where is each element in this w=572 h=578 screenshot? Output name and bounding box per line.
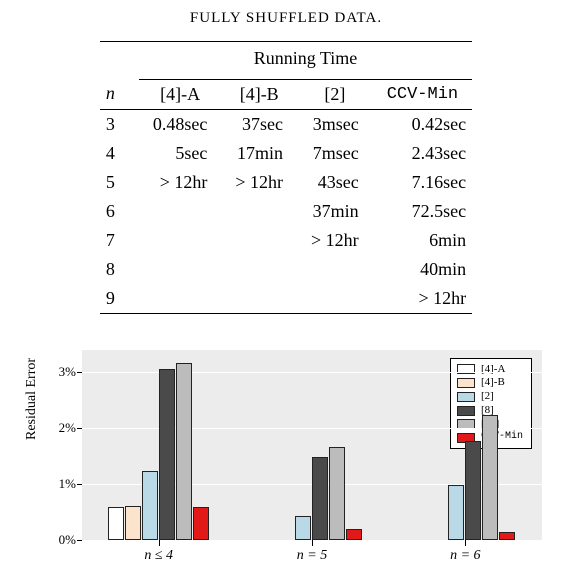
chart-bar: [193, 507, 209, 539]
cell-n: 9: [100, 284, 139, 313]
table-row: 45sec17min7msec2.43sec: [100, 139, 472, 168]
table-row: 6 37min72.5sec: [100, 197, 472, 226]
cell-value: > 12hr: [139, 168, 221, 197]
legend-label: [4]-A: [481, 363, 505, 377]
cell-value: 37min: [297, 197, 373, 226]
col-header-4b: [4]-B: [221, 79, 297, 109]
chart-bar: [448, 485, 464, 540]
cell-n: 7: [100, 226, 139, 255]
cell-n: 5: [100, 168, 139, 197]
legend-swatch: [457, 406, 475, 416]
cell-value: 37sec: [221, 109, 297, 139]
cell-value: [139, 226, 221, 255]
cell-value: [139, 197, 221, 226]
cell-n: 4: [100, 139, 139, 168]
col-header-2: [2]: [297, 79, 373, 109]
legend-swatch: [457, 392, 475, 402]
table-span-header: Running Time: [139, 42, 472, 72]
y-tick-label: 2%: [40, 420, 76, 436]
col-header-ccvmin: CCV-Min: [373, 79, 472, 109]
cell-value: 7.16sec: [373, 168, 472, 197]
chart-bar: [295, 516, 311, 539]
cell-value: 72.5sec: [373, 197, 472, 226]
legend-swatch: [457, 364, 475, 374]
cell-value: > 12hr: [221, 168, 297, 197]
cell-n: 3: [100, 109, 139, 139]
cell-value: [221, 255, 297, 284]
cell-value: [221, 197, 297, 226]
cell-value: [139, 284, 221, 313]
cell-value: 0.48sec: [139, 109, 221, 139]
chart-bar: [329, 447, 345, 539]
cell-value: 0.42sec: [373, 109, 472, 139]
chart-bar: [312, 457, 328, 539]
table-row: 8 40min: [100, 255, 472, 284]
chart-bar: [346, 529, 362, 539]
cell-value: 5sec: [139, 139, 221, 168]
cell-value: 43sec: [297, 168, 373, 197]
x-tick-label: n = 6: [450, 548, 480, 564]
cell-value: [297, 255, 373, 284]
cell-n: 6: [100, 197, 139, 226]
legend-item: [2]: [457, 390, 523, 404]
chart-bar: [465, 441, 481, 540]
cell-value: 40min: [373, 255, 472, 284]
chart-bar: [108, 507, 124, 539]
chart-bar: [125, 506, 141, 540]
cell-value: [297, 284, 373, 313]
legend-label: [2]: [481, 390, 494, 404]
table-caption: FULLY SHUFFLED DATA.: [30, 10, 542, 27]
cell-value: 2.43sec: [373, 139, 472, 168]
col-header-n: n: [100, 79, 139, 109]
table-row: 9 > 12hr: [100, 284, 472, 313]
residual-error-chart: Residual Error [4]-A[4]-B[2][8][13]CCV-M…: [30, 350, 542, 540]
y-tick-label: 1%: [40, 476, 76, 492]
chart-bar: [176, 363, 192, 539]
y-axis-label: Residual Error: [24, 357, 40, 439]
cell-value: [221, 284, 297, 313]
cell-value: 7msec: [297, 139, 373, 168]
legend-swatch: [457, 378, 475, 388]
legend-label: [4]-B: [481, 376, 505, 390]
table-row: 5> 12hr> 12hr43sec7.16sec: [100, 168, 472, 197]
col-header-4a: [4]-A: [139, 79, 221, 109]
table-row: 7 > 12hr6min: [100, 226, 472, 255]
cell-value: [221, 226, 297, 255]
table-row: 30.48sec37sec3msec0.42sec: [100, 109, 472, 139]
x-tick-label: n = 5: [297, 548, 327, 564]
cell-value: > 12hr: [297, 226, 373, 255]
y-tick-label: 0%: [40, 532, 76, 548]
running-time-table: Running Time n [4]-A [4]-B [2] CCV-Min 3…: [100, 41, 472, 314]
chart-bar: [499, 532, 515, 539]
chart-bar: [142, 471, 158, 539]
legend-item: [4]-A: [457, 363, 523, 377]
x-tick-label: n ≤ 4: [144, 548, 173, 564]
cell-value: [139, 255, 221, 284]
legend-item: [4]-B: [457, 376, 523, 390]
cell-value: 6min: [373, 226, 472, 255]
cell-value: 3msec: [297, 109, 373, 139]
y-tick-label: 3%: [40, 364, 76, 380]
chart-bar: [482, 415, 498, 539]
cell-value: 17min: [221, 139, 297, 168]
cell-value: > 12hr: [373, 284, 472, 313]
cell-n: 8: [100, 255, 139, 284]
chart-bar: [159, 369, 175, 539]
